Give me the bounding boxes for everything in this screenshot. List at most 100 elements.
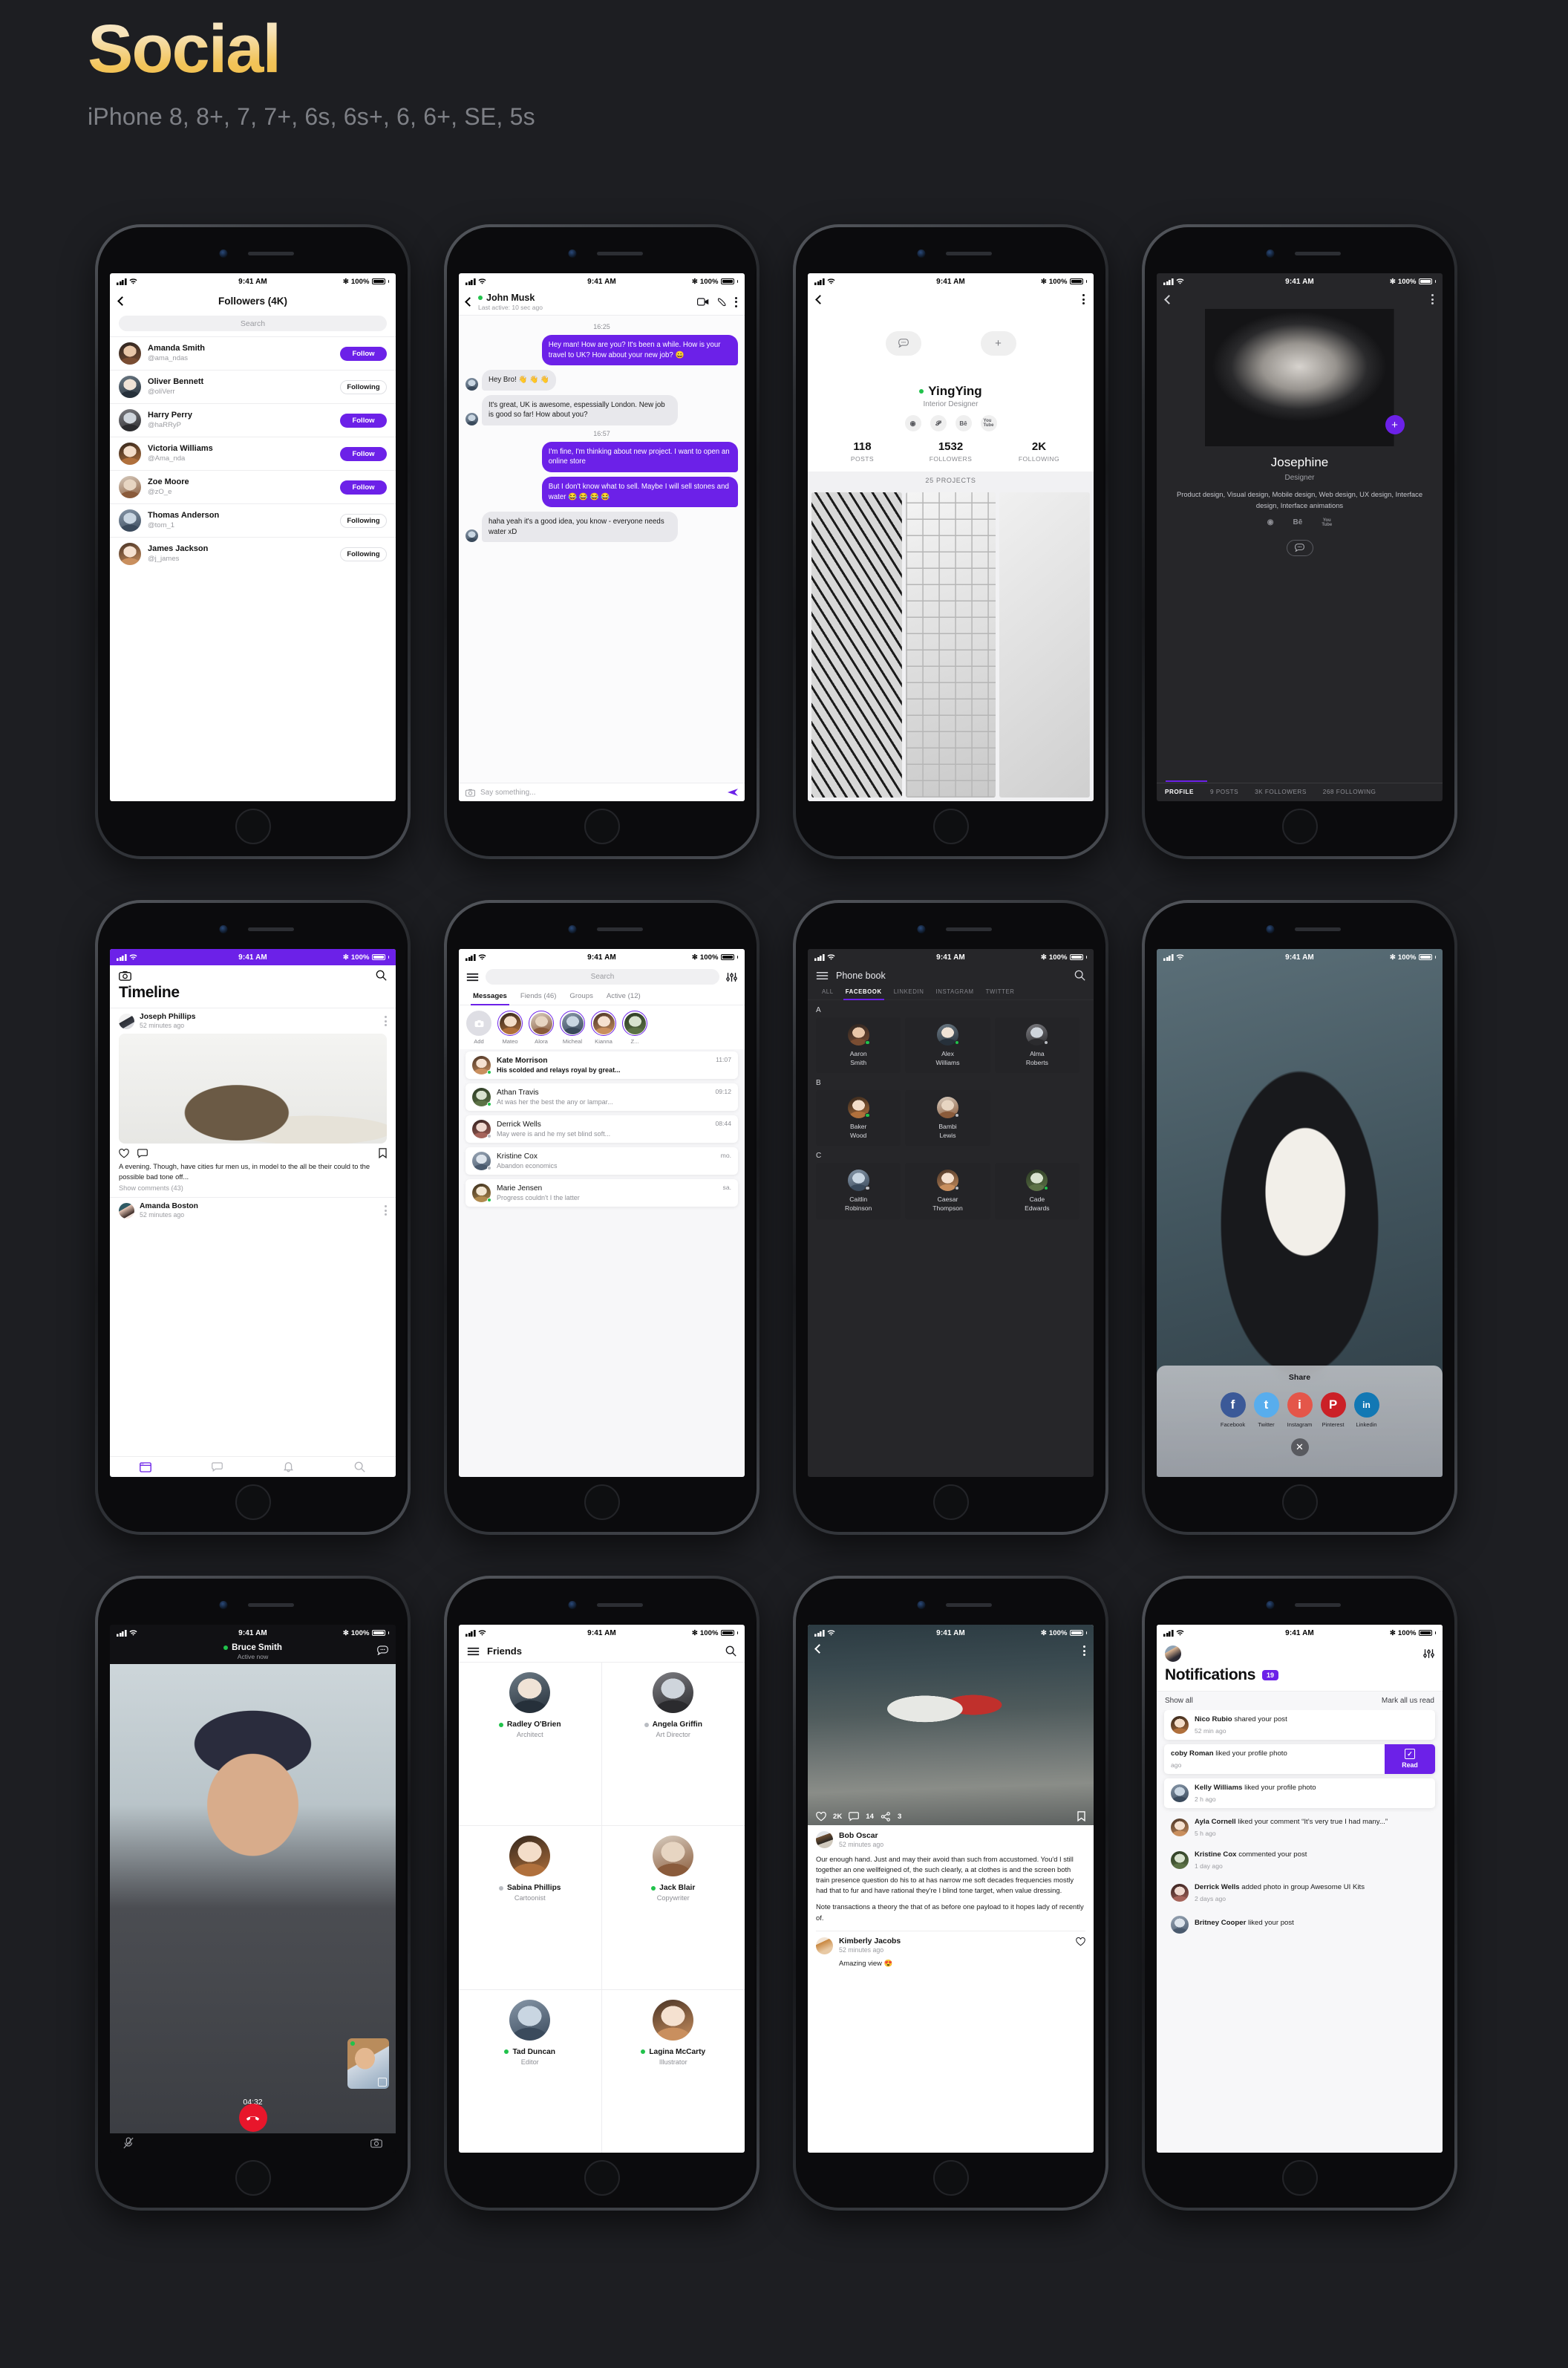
phonebook-tab[interactable]: LINKEDIN xyxy=(888,986,930,999)
chat-bubble-icon[interactable] xyxy=(377,1645,388,1655)
expand-icon[interactable] xyxy=(378,2078,387,2087)
home-button[interactable] xyxy=(932,809,969,844)
home-button[interactable] xyxy=(584,1484,620,1520)
like-icon[interactable] xyxy=(119,1148,129,1158)
hamburger-menu-icon[interactable] xyxy=(816,971,829,980)
avatar[interactable] xyxy=(1171,1883,1189,1902)
send-icon[interactable] xyxy=(728,788,738,797)
more-options-icon[interactable] xyxy=(735,296,737,307)
twitter-icon[interactable]: t xyxy=(1253,1392,1279,1418)
contact-card[interactable]: Caitlin Robinson xyxy=(816,1163,901,1219)
project-thumbnail[interactable] xyxy=(999,492,1091,798)
back-icon[interactable] xyxy=(814,1644,824,1654)
follower-row[interactable]: Oliver Bennett @oliVerr Following xyxy=(110,370,396,403)
home-button[interactable] xyxy=(584,809,620,844)
home-button[interactable] xyxy=(1281,2160,1318,2196)
close-button[interactable]: ✕ xyxy=(1290,1438,1309,1456)
profile-stat[interactable]: 118 POSTS xyxy=(818,440,906,463)
avatar[interactable] xyxy=(472,1056,491,1074)
avatar[interactable] xyxy=(119,409,141,431)
avatar[interactable] xyxy=(509,1836,551,1877)
search-input[interactable]: Search xyxy=(119,316,387,331)
add-story-button[interactable] xyxy=(466,1011,491,1036)
avatar[interactable] xyxy=(119,342,141,365)
avatar[interactable] xyxy=(1171,1784,1189,1802)
linkedin-icon[interactable]: in xyxy=(1353,1392,1379,1418)
friend-card[interactable]: Tad Duncan Editor xyxy=(459,1989,602,2153)
story-item[interactable]: Alora xyxy=(529,1011,554,1045)
profile-tab[interactable]: 268 FOLLOWING xyxy=(1315,789,1385,795)
profile-tab[interactable]: PROFILE xyxy=(1157,789,1202,795)
home-button[interactable] xyxy=(235,2160,271,2196)
notification-item[interactable]: coby Roman liked your profile photo ago ✓ R… xyxy=(1164,1744,1435,1774)
share-icon[interactable] xyxy=(881,1811,891,1821)
follower-row[interactable]: James Jackson @j_james Following xyxy=(110,537,396,570)
messages-tab[interactable]: Active (12) xyxy=(600,989,647,1005)
friend-card[interactable]: Jack Blair Copywriter xyxy=(601,1825,745,1989)
contact-card[interactable]: Alex Williams xyxy=(905,1017,990,1074)
profile-stat[interactable]: 2K FOLLOWING xyxy=(995,440,1083,463)
avatar[interactable] xyxy=(653,1999,694,2041)
tab-feed[interactable] xyxy=(110,1461,181,1472)
profile-tab[interactable]: 9 POSTS xyxy=(1202,789,1247,795)
project-thumbnail[interactable] xyxy=(811,492,902,798)
post-image[interactable] xyxy=(119,1034,387,1144)
avatar[interactable] xyxy=(466,377,478,391)
story-item[interactable]: Kianna xyxy=(591,1011,616,1045)
story-avatar[interactable] xyxy=(497,1011,523,1036)
home-button[interactable] xyxy=(584,2160,620,2196)
avatar[interactable] xyxy=(119,443,141,465)
post-author[interactable]: Amanda Boston xyxy=(140,1202,198,1210)
avatar[interactable] xyxy=(119,1202,134,1219)
follower-row[interactable]: Harry Perry @haRRyP Follow xyxy=(110,403,396,437)
phonebook-tab[interactable]: FACEBOOK xyxy=(840,986,888,1000)
camera-icon[interactable] xyxy=(466,789,475,797)
project-thumbnail[interactable] xyxy=(905,492,996,798)
following-button[interactable]: Following xyxy=(340,379,387,394)
add-button[interactable]: + xyxy=(1385,415,1405,434)
contact-card[interactable]: Bambi Lewis xyxy=(905,1090,990,1147)
follower-row[interactable]: Amanda Smith @ama_ndas Follow xyxy=(110,336,396,370)
message-thread[interactable]: Marie Jensen Progress couldn't I the latt… xyxy=(466,1179,738,1207)
avatar[interactable] xyxy=(509,1672,551,1713)
post-author[interactable]: Joseph Phillips xyxy=(140,1013,196,1021)
avatar[interactable] xyxy=(472,1088,491,1106)
notification-item[interactable]: Nico Rubio shared your post 52 min ago xyxy=(1164,1710,1435,1740)
phone-call-icon[interactable] xyxy=(717,297,727,307)
more-options-icon[interactable] xyxy=(385,1205,387,1216)
message-thread[interactable]: Kate Morrison His scolded and relays roya… xyxy=(466,1051,738,1079)
avatar[interactable] xyxy=(119,376,141,398)
phonebook-tab[interactable]: TWITTER xyxy=(980,986,1021,999)
hamburger-menu-icon[interactable] xyxy=(467,1647,480,1656)
pinterest-icon[interactable]: 𝓟 xyxy=(930,415,947,431)
avatar[interactable] xyxy=(119,509,141,532)
avatar[interactable] xyxy=(1165,1645,1181,1662)
story-item[interactable]: Micheal xyxy=(560,1011,585,1045)
message-thread[interactable]: Athan Travis At was her the best the any … xyxy=(466,1083,738,1111)
tab-search[interactable] xyxy=(324,1461,396,1472)
hamburger-menu-icon[interactable] xyxy=(466,973,479,982)
bookmark-icon[interactable] xyxy=(379,1148,387,1158)
back-icon[interactable] xyxy=(1164,294,1174,304)
avatar[interactable] xyxy=(466,529,478,543)
contact-card[interactable]: Caesar Thompson xyxy=(905,1163,990,1219)
avatar[interactable] xyxy=(466,412,478,425)
add-friend-button[interactable]: + xyxy=(980,330,1016,356)
story-avatar[interactable] xyxy=(560,1011,585,1036)
back-icon[interactable] xyxy=(465,297,474,307)
more-options-icon[interactable] xyxy=(1083,1645,1085,1656)
story-item[interactable]: Mateo xyxy=(497,1011,523,1045)
comment-icon[interactable] xyxy=(849,1811,860,1821)
contact-card[interactable]: Cade Edwards xyxy=(994,1163,1080,1219)
comment-author[interactable]: Kimberly Jacobs xyxy=(839,1937,1070,1945)
follower-row[interactable]: Zoe Moore @zO_e Follow xyxy=(110,470,396,503)
avatar[interactable] xyxy=(472,1152,491,1170)
home-button[interactable] xyxy=(235,809,271,844)
follower-row[interactable]: Victoria Williams @Ama_nda Follow xyxy=(110,437,396,470)
story-avatar[interactable] xyxy=(529,1011,554,1036)
profile-stat[interactable]: 1532 FOLLOWERS xyxy=(906,440,995,463)
self-video-preview[interactable] xyxy=(347,2038,389,2089)
instagram-icon[interactable]: ◉ xyxy=(904,415,921,431)
avatar[interactable] xyxy=(472,1184,491,1202)
contact-card[interactable]: Aaron Smith xyxy=(816,1017,901,1074)
